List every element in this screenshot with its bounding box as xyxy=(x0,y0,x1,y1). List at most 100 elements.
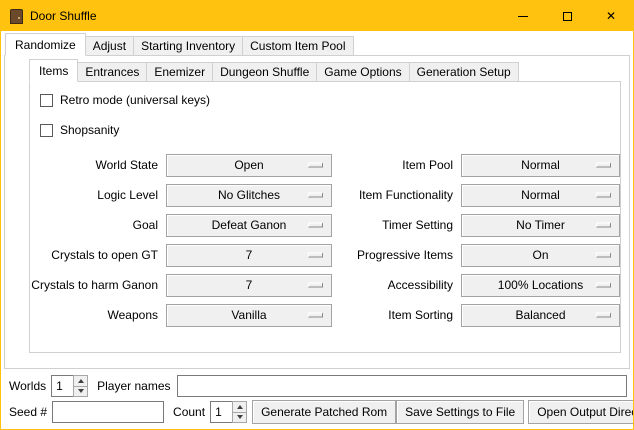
tab-starting-inventory[interactable]: Starting Inventory xyxy=(133,36,243,56)
shopsanity-row: Shopsanity xyxy=(40,118,620,142)
worlds-spinner xyxy=(51,375,88,397)
tab-adjust[interactable]: Adjust xyxy=(85,36,134,56)
options-grid: World State Open Item Pool Normal Logic … xyxy=(30,150,620,330)
retro-mode-label: Retro mode (universal keys) xyxy=(60,93,210,107)
dropdown-indicator-icon xyxy=(596,313,611,318)
dropdown-indicator-icon xyxy=(596,253,611,258)
dropdown-indicator-icon xyxy=(308,283,323,288)
randomize-pane: Items Entrances Enemizer Dungeon Shuffle… xyxy=(4,55,630,369)
timer-setting-dropdown[interactable]: No Timer xyxy=(461,214,620,237)
app-window: Door Shuffle ✕ Randomize Adjust Starting… xyxy=(0,0,634,430)
world-state-label: World State xyxy=(30,158,166,172)
spin-down-button[interactable] xyxy=(73,387,88,398)
weapons-dropdown[interactable]: Vanilla xyxy=(166,304,332,327)
goal-label: Goal xyxy=(30,218,166,232)
player-names-input[interactable] xyxy=(177,375,628,397)
tab-dungeon-shuffle[interactable]: Dungeon Shuffle xyxy=(212,62,317,82)
world-state-value: Open xyxy=(234,158,263,172)
crystals-open-gt-label: Crystals to open GT xyxy=(30,248,166,262)
crystals-open-gt-dropdown[interactable]: 7 xyxy=(166,244,332,267)
generate-patched-rom-button[interactable]: Generate Patched Rom xyxy=(252,400,396,424)
weapons-label: Weapons xyxy=(30,308,166,322)
accessibility-label: Accessibility xyxy=(332,278,461,292)
worlds-input[interactable] xyxy=(51,375,73,397)
main-area: Randomize Adjust Starting Inventory Cust… xyxy=(1,31,633,429)
logic-level-dropdown[interactable]: No Glitches xyxy=(166,184,332,207)
spin-up-icon xyxy=(237,405,243,409)
worlds-row: Worlds Player names xyxy=(9,375,627,397)
crystals-harm-ganon-label: Crystals to harm Ganon xyxy=(30,278,166,292)
option-row: World State Open Item Pool Normal xyxy=(30,150,620,180)
dropdown-indicator-icon xyxy=(308,193,323,198)
maximize-button[interactable] xyxy=(545,1,589,31)
player-names-label: Player names xyxy=(97,379,170,393)
retro-mode-row: Retro mode (universal keys) xyxy=(40,88,620,112)
count-label: Count xyxy=(173,405,205,419)
crystals-harm-ganon-dropdown[interactable]: 7 xyxy=(166,274,332,297)
accessibility-value: 100% Locations xyxy=(498,278,583,292)
worlds-label: Worlds xyxy=(9,379,46,393)
item-pool-label: Item Pool xyxy=(332,158,461,172)
tab-game-options[interactable]: Game Options xyxy=(316,62,409,82)
dropdown-indicator-icon xyxy=(596,283,611,288)
goal-dropdown[interactable]: Defeat Ganon xyxy=(166,214,332,237)
worlds-spin-arrows xyxy=(73,375,88,397)
item-functionality-value: Normal xyxy=(521,188,560,202)
dropdown-indicator-icon xyxy=(596,223,611,228)
option-row: Crystals to open GT 7 Progressive Items … xyxy=(30,240,620,270)
accessibility-dropdown[interactable]: 100% Locations xyxy=(461,274,620,297)
tab-enemizer[interactable]: Enemizer xyxy=(146,62,213,82)
window-controls: ✕ xyxy=(501,1,633,31)
close-button[interactable]: ✕ xyxy=(589,1,633,31)
timer-setting-value: No Timer xyxy=(516,218,565,232)
dropdown-indicator-icon xyxy=(596,163,611,168)
timer-setting-label: Timer Setting xyxy=(332,218,461,232)
item-sorting-label: Item Sorting xyxy=(332,308,461,322)
item-functionality-label: Item Functionality xyxy=(332,188,461,202)
seed-label: Seed # xyxy=(9,405,47,419)
crystals-open-gt-value: 7 xyxy=(246,248,253,262)
shopsanity-checkbox[interactable] xyxy=(40,124,53,137)
tab-randomize[interactable]: Randomize xyxy=(5,33,86,56)
minimize-icon xyxy=(518,16,528,17)
main-tab-bar: Randomize Adjust Starting Inventory Cust… xyxy=(5,33,353,56)
crystals-harm-ganon-value: 7 xyxy=(246,278,253,292)
save-settings-button[interactable]: Save Settings to File xyxy=(396,400,524,424)
tab-items[interactable]: Items xyxy=(29,59,78,82)
dropdown-indicator-icon xyxy=(596,193,611,198)
titlebar[interactable]: Door Shuffle ✕ xyxy=(1,1,633,31)
spin-down-icon xyxy=(78,389,84,393)
dropdown-indicator-icon xyxy=(308,313,323,318)
open-output-directory-button[interactable]: Open Output Directory xyxy=(528,400,634,424)
spin-down-button[interactable] xyxy=(232,413,247,424)
item-functionality-dropdown[interactable]: Normal xyxy=(461,184,620,207)
item-sorting-dropdown[interactable]: Balanced xyxy=(461,304,620,327)
option-row: Weapons Vanilla Item Sorting Balanced xyxy=(30,300,620,330)
option-row: Crystals to harm Ganon 7 Accessibility 1… xyxy=(30,270,620,300)
tab-custom-item-pool[interactable]: Custom Item Pool xyxy=(242,36,353,56)
count-spinner xyxy=(210,401,247,423)
dropdown-indicator-icon xyxy=(308,253,323,258)
count-input[interactable] xyxy=(210,401,232,423)
minimize-button[interactable] xyxy=(501,1,545,31)
tab-generation-setup[interactable]: Generation Setup xyxy=(409,62,519,82)
item-sorting-value: Balanced xyxy=(515,308,565,322)
progressive-items-dropdown[interactable]: On xyxy=(461,244,620,267)
option-row: Goal Defeat Ganon Timer Setting No Timer xyxy=(30,210,620,240)
app-icon xyxy=(10,9,23,24)
retro-mode-checkbox[interactable] xyxy=(40,94,53,107)
world-state-dropdown[interactable]: Open xyxy=(166,154,332,177)
shopsanity-label: Shopsanity xyxy=(60,123,119,137)
tab-entrances[interactable]: Entrances xyxy=(77,62,147,82)
seed-row: Seed # Count Generate Patched Rom Save S… xyxy=(9,400,627,424)
items-pane: Retro mode (universal keys) Shopsanity W… xyxy=(29,81,621,353)
spin-down-icon xyxy=(237,415,243,419)
seed-input[interactable] xyxy=(52,401,164,423)
item-pool-value: Normal xyxy=(521,158,560,172)
dropdown-indicator-icon xyxy=(308,223,323,228)
spin-up-icon xyxy=(78,379,84,383)
spin-up-button[interactable] xyxy=(73,375,88,387)
logic-level-value: No Glitches xyxy=(218,188,280,202)
spin-up-button[interactable] xyxy=(232,401,247,413)
item-pool-dropdown[interactable]: Normal xyxy=(461,154,620,177)
